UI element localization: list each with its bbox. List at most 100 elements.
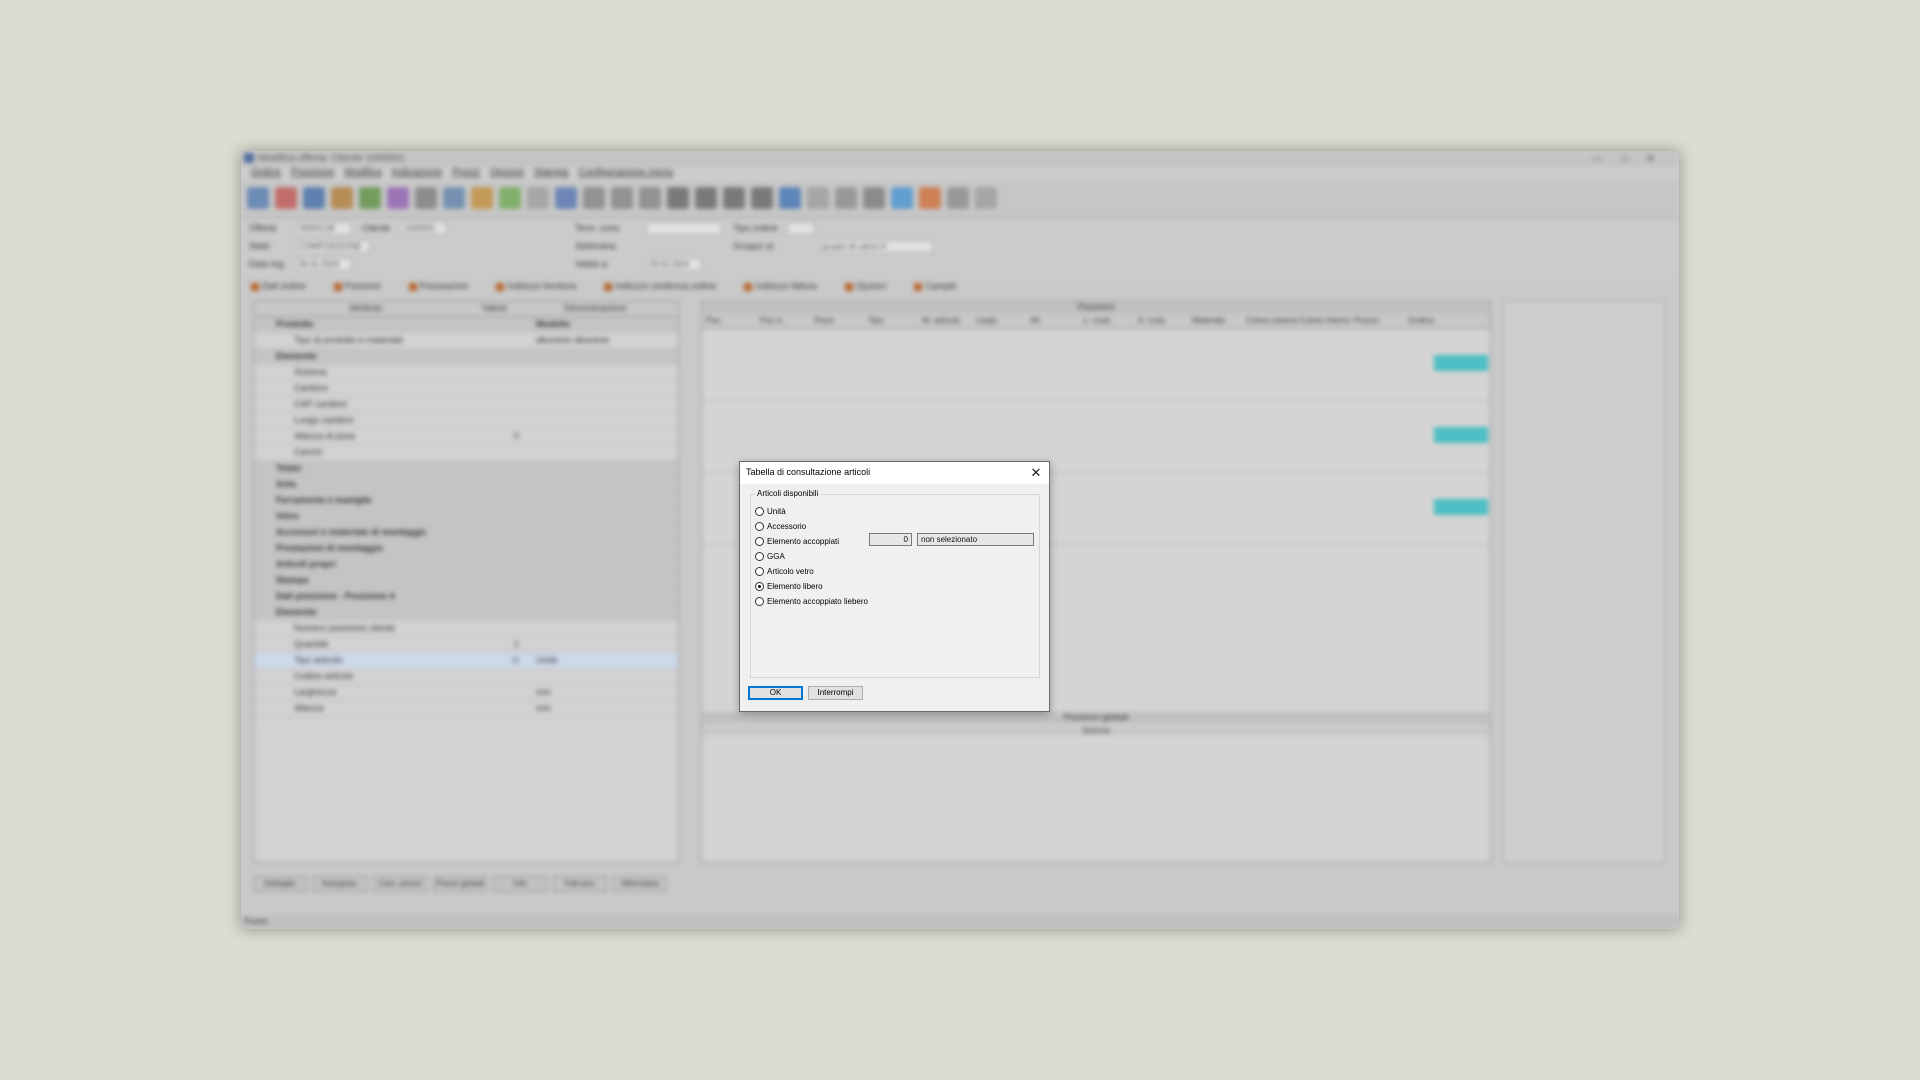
ok-button[interactable]: OK (748, 686, 803, 700)
attribute-row[interactable]: Altezza di posa 0 (254, 429, 678, 445)
column-header[interactable]: Colore esterno (1246, 316, 1298, 325)
toolbar-button-icon[interactable] (247, 187, 269, 209)
menu-item[interactable]: Posizione (291, 167, 334, 178)
attribute-row[interactable]: Ferramenta e maniglie (254, 493, 678, 509)
attribute-row[interactable]: Anta (254, 477, 678, 493)
cliente-field[interactable]: 1000001 (401, 222, 447, 235)
menu-item[interactable]: Opzioni (490, 167, 524, 178)
attribute-row[interactable]: CAP cantiere (254, 397, 678, 413)
menu-item[interactable]: Ordine (251, 167, 281, 178)
toolbar-button-icon[interactable] (835, 187, 857, 209)
attribute-row[interactable]: Sistema (254, 365, 678, 381)
attribute-row[interactable]: Stampa (254, 573, 678, 589)
attribute-row[interactable]: Cantiere (254, 381, 678, 397)
column-header[interactable]: Pos. (706, 316, 722, 325)
toolbar-button-icon[interactable] (751, 187, 773, 209)
column-header[interactable]: Colore interno (1300, 316, 1350, 325)
radio-button[interactable] (755, 551, 764, 561)
toolbar-button-icon[interactable] (639, 187, 661, 209)
column-header[interactable]: A. costr. (1138, 316, 1167, 325)
attribute-row[interactable]: Prodotto Modello (254, 317, 678, 333)
offerta-field[interactable]: 30000128 (296, 222, 352, 235)
menu-item[interactable]: Prezzi (452, 167, 480, 178)
toolbar-button-icon[interactable] (471, 187, 493, 209)
bottom-button[interactable]: Tutti pos. (553, 876, 607, 892)
attribute-row[interactable]: Carichi (254, 445, 678, 461)
toolbar-button-icon[interactable] (527, 187, 549, 209)
toolbar-button-icon[interactable] (723, 187, 745, 209)
toolbar-button-icon[interactable] (975, 187, 997, 209)
toolbar-button-icon[interactable] (863, 187, 885, 209)
bottom-button[interactable]: Dettaglio (253, 876, 307, 892)
toolbar-button-icon[interactable] (275, 187, 297, 209)
tab-8[interactable]: Campiti (914, 281, 970, 291)
radio-button[interactable] (755, 581, 764, 591)
bottom-button[interactable]: Info (493, 876, 547, 892)
radio-button[interactable] (755, 596, 764, 606)
close-icon[interactable]: ✕ (1027, 464, 1045, 482)
toolbar-button-icon[interactable] (555, 187, 577, 209)
radio-option[interactable]: GGA (755, 549, 785, 563)
toolbar-button-icon[interactable] (443, 187, 465, 209)
radio-button[interactable] (755, 566, 764, 576)
radio-option[interactable]: Accessorio (755, 519, 806, 533)
menu-item[interactable]: Configurazione menu (578, 167, 673, 178)
tab-6[interactable]: Indirizzo fattura (744, 281, 831, 291)
attribute-row[interactable]: Quantità 1 (254, 637, 678, 653)
column-header[interactable]: Materiale (1192, 316, 1225, 325)
attribute-row[interactable]: Articoli propri (254, 557, 678, 573)
toolbar-button-icon[interactable] (667, 187, 689, 209)
tab-7[interactable]: Opzioni (844, 281, 901, 291)
radio-option[interactable]: Articolo vetro (755, 564, 814, 578)
toolbar-button-icon[interactable] (331, 187, 353, 209)
attribute-row[interactable]: Accessori e materiale di montaggio (254, 525, 678, 541)
attribute-row[interactable]: Codice articolo (254, 669, 678, 685)
toolbar-button-icon[interactable] (415, 187, 437, 209)
toolbar-button-icon[interactable] (807, 187, 829, 209)
toolbar-button-icon[interactable] (891, 187, 913, 209)
tab-1[interactable]: Dati ordine (251, 281, 320, 291)
column-header[interactable]: Largh. (976, 316, 999, 325)
attribute-row[interactable]: Tipo di prodotto e materiale alluminio al… (254, 333, 678, 349)
radio-option[interactable]: Elemento accoppiato liebero (755, 594, 868, 608)
attribute-value[interactable]: 1 (449, 639, 519, 649)
bottom-button[interactable]: Cerc. prezzi (373, 876, 427, 892)
attribute-row[interactable]: Tipo articolo U Unità (254, 653, 678, 669)
toolbar-button-icon[interactable] (919, 187, 941, 209)
toolbar-button-icon[interactable] (303, 187, 325, 209)
radio-button[interactable] (755, 521, 764, 531)
tab-3[interactable]: Precisazioni (408, 281, 483, 291)
toolbar-button-icon[interactable] (611, 187, 633, 209)
radio-option[interactable]: Unità (755, 504, 786, 518)
column-header[interactable]: Grafica (1408, 316, 1434, 325)
attribute-value[interactable]: U (449, 655, 520, 665)
toolbar-button-icon[interactable] (947, 187, 969, 209)
menu-item[interactable]: Modifica (344, 167, 381, 178)
tab-2[interactable]: Posizioni (333, 281, 395, 291)
gruppo-field[interactable]: gruppo di carico A (819, 240, 933, 253)
attribute-value[interactable]: 0 (449, 431, 519, 441)
toolbar-button-icon[interactable] (499, 187, 521, 209)
attribute-row[interactable]: Vetro (254, 509, 678, 525)
column-header[interactable]: Alt. (1030, 316, 1042, 325)
attribute-row[interactable]: Elemento (254, 349, 678, 365)
column-header[interactable]: L. costr. (1084, 316, 1112, 325)
data-field[interactable]: 30.01.2024 (296, 258, 352, 271)
menu-item[interactable]: Stampa (534, 167, 568, 178)
column-header[interactable]: Pezzi (814, 316, 834, 325)
column-header[interactable]: Prezzo (1354, 316, 1379, 325)
attribute-row[interactable]: Altezza mm (254, 701, 678, 717)
toolbar-button-icon[interactable] (387, 187, 409, 209)
term-cons-field[interactable] (646, 222, 722, 235)
radio-button[interactable] (755, 536, 764, 546)
radio-option[interactable]: Elemento libero (755, 579, 823, 593)
menu-item[interactable]: Indicazione (392, 167, 443, 178)
radio-option[interactable]: Elemento accoppiati (755, 534, 839, 548)
toolbar-button-icon[interactable] (779, 187, 801, 209)
attribute-row[interactable]: Telaio (254, 461, 678, 477)
attribute-row[interactable]: Luogo cantiere (254, 413, 678, 429)
bottom-button[interactable]: Alternativa (613, 876, 667, 892)
tipo-ordine-field[interactable] (787, 222, 815, 235)
attribute-row[interactable]: Numero posizione cliente (254, 621, 678, 637)
cancel-button[interactable]: Interrompi (808, 686, 863, 700)
